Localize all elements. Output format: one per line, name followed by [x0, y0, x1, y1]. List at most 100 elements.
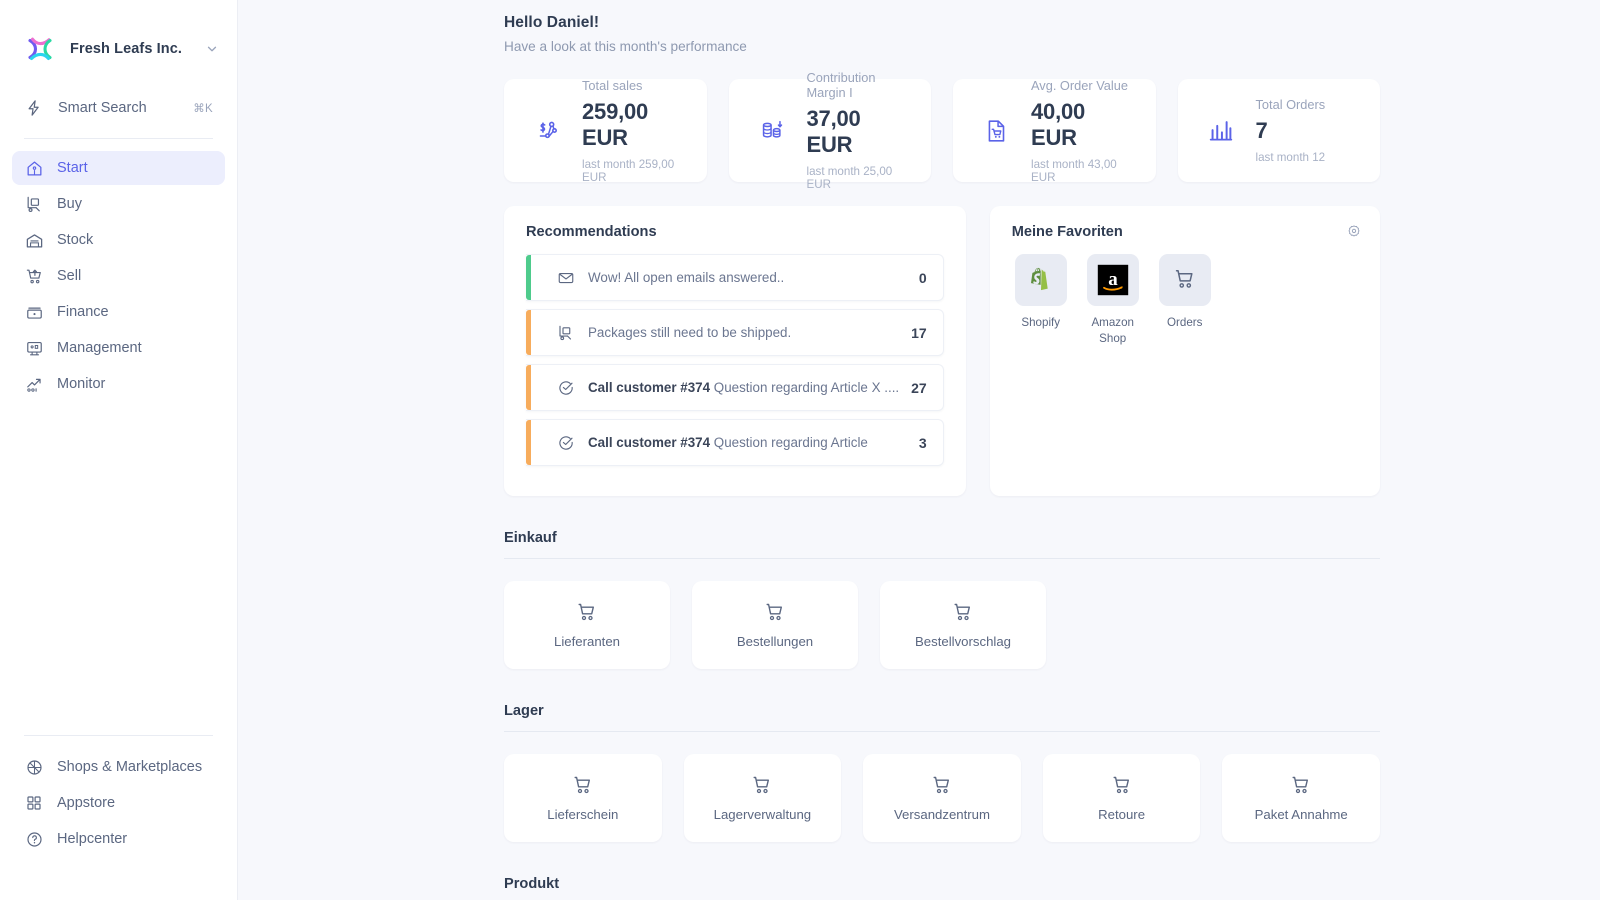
- kpi-value: 37,00 EUR: [807, 106, 906, 158]
- gear-icon[interactable]: [1346, 224, 1362, 240]
- document-cart-icon: [979, 114, 1013, 148]
- recommendation-count: 17: [911, 325, 927, 341]
- tile-retoure[interactable]: Retoure: [1043, 754, 1201, 842]
- monitor-icon: [24, 338, 44, 358]
- warehouse-icon: [24, 230, 44, 250]
- sidebar-bottom-list: Shops & Marketplaces Appstore Helpcenter: [0, 750, 237, 856]
- sidebar-item-start[interactable]: Start: [12, 151, 225, 185]
- favorite-item-orders[interactable]: Orders: [1156, 254, 1214, 346]
- kpi-card-total-sales: Total sales 259,00 EUR last month 259,00…: [504, 79, 707, 182]
- smart-search-label: Smart Search: [58, 100, 147, 116]
- tile-label: Bestellungen: [737, 634, 813, 649]
- status-accent-bar: [526, 365, 531, 410]
- section-title-produkt: Produkt: [504, 876, 1380, 892]
- tile-bestellungen[interactable]: Bestellungen: [692, 581, 858, 669]
- favorite-item-amazon-shop[interactable]: a Amazon Shop: [1084, 254, 1142, 346]
- amazon-logo-icon: a: [1087, 254, 1139, 306]
- kpi-cards: Total sales 259,00 EUR last month 259,00…: [504, 79, 1380, 182]
- cart-up-icon: [24, 266, 44, 286]
- sidebar-item-sell[interactable]: Sell: [12, 259, 225, 293]
- kpi-subtext: last month 12: [1256, 151, 1326, 164]
- sidebar-item-label: Management: [57, 340, 142, 356]
- sidebar-item-label: Shops & Marketplaces: [57, 759, 202, 775]
- sidebar-item-appstore[interactable]: Appstore: [12, 786, 225, 820]
- panel-title: Meine Favoriten: [1012, 224, 1358, 240]
- dolly-icon: [556, 323, 575, 342]
- sidebar-item-label: Helpcenter: [57, 831, 127, 847]
- grid-squares-icon: [24, 793, 44, 813]
- tile-lagerverwaltung[interactable]: Lagerverwaltung: [684, 754, 842, 842]
- main-content: Hello Daniel! Have a look at this month'…: [238, 0, 1600, 900]
- tile-lieferschein[interactable]: Lieferschein: [504, 754, 662, 842]
- favorite-item-shopify[interactable]: Shopify: [1012, 254, 1070, 346]
- status-accent-bar: [526, 255, 531, 300]
- smart-search-button[interactable]: Smart Search ⌘K: [24, 92, 213, 124]
- recommendation-text: Packages still need to be shipped.: [588, 325, 899, 340]
- tile-label: Lagerverwaltung: [714, 807, 812, 822]
- globe-icon: [24, 757, 44, 777]
- favorite-label: Amazon Shop: [1084, 315, 1142, 346]
- tile-lieferanten[interactable]: Lieferanten: [504, 581, 670, 669]
- check-circle-icon: [556, 378, 575, 397]
- page-title: Hello Daniel!: [504, 14, 1380, 32]
- sidebar-bottom-nav: Shops & Marketplaces Appstore Helpcenter: [0, 721, 237, 858]
- tile-label: Bestellvorschlag: [915, 634, 1011, 649]
- cart-icon: [1110, 774, 1134, 798]
- check-circle-icon: [556, 433, 575, 452]
- sidebar: Fresh Leafs Inc. Smart Search ⌘K Start: [0, 0, 238, 900]
- recommendation-count: 3: [919, 435, 927, 451]
- tile-label: Retoure: [1098, 807, 1145, 822]
- kpi-label: Avg. Order Value: [1031, 78, 1130, 93]
- sidebar-nav: Start Buy Stock Sell: [0, 151, 237, 403]
- sidebar-item-label: Monitor: [57, 376, 105, 392]
- sidebar-item-helpcenter[interactable]: Helpcenter: [12, 822, 225, 856]
- sidebar-item-shops-marketplaces[interactable]: Shops & Marketplaces: [12, 750, 225, 784]
- recommendation-text-rest: Question regarding Article: [710, 435, 868, 450]
- section-rule: [504, 558, 1380, 559]
- recommendation-row[interactable]: Call customer #374 Question regarding Ar…: [526, 364, 944, 411]
- sidebar-item-buy[interactable]: Buy: [12, 187, 225, 221]
- sidebar-item-finance[interactable]: Finance: [12, 295, 225, 329]
- brand-name: Fresh Leafs Inc.: [70, 41, 182, 57]
- cart-icon: [1289, 774, 1313, 798]
- tile-versandzentrum[interactable]: Versandzentrum: [863, 754, 1021, 842]
- cash-drawer-icon: [24, 302, 44, 322]
- content-inner: Hello Daniel! Have a look at this month'…: [238, 14, 1600, 892]
- section-tiles-einkauf: Lieferanten Bestellungen Bestellvorschla…: [504, 581, 1380, 669]
- sidebar-item-stock[interactable]: Stock: [12, 223, 225, 257]
- home-icon: [24, 158, 44, 178]
- recommendation-text-rest: Question regarding Article X ....: [710, 380, 899, 395]
- cart-icon: [951, 601, 975, 625]
- cart-icon: [930, 774, 954, 798]
- app-root: Fresh Leafs Inc. Smart Search ⌘K Start: [0, 0, 1600, 900]
- chevron-down-icon[interactable]: [205, 42, 219, 56]
- kpi-label: Total Orders: [1256, 97, 1326, 112]
- svg-text:a: a: [1108, 269, 1118, 290]
- question-circle-icon: [24, 829, 44, 849]
- recommendation-text-bold: Call customer #374: [588, 380, 710, 395]
- kpi-value: 259,00 EUR: [582, 99, 681, 151]
- kpi-subtext: last month 25,00 EUR: [807, 165, 906, 191]
- sidebar-item-management[interactable]: Management: [12, 331, 225, 365]
- kpi-value: 40,00 EUR: [1031, 99, 1130, 151]
- kpi-card-avg-order-value: Avg. Order Value 40,00 EUR last month 43…: [953, 79, 1156, 182]
- brand-switcher[interactable]: Fresh Leafs Inc.: [0, 0, 237, 72]
- recommendation-row[interactable]: Packages still need to be shipped. 17: [526, 309, 944, 356]
- recommendation-row[interactable]: Wow! All open emails answered.. 0: [526, 254, 944, 301]
- bar-chart-icon: [1204, 114, 1238, 148]
- tile-bestellvorschlag[interactable]: Bestellvorschlag: [880, 581, 1046, 669]
- cart-icon: [1159, 254, 1211, 306]
- sidebar-item-monitor[interactable]: Monitor: [12, 367, 225, 401]
- panel-title: Recommendations: [526, 224, 944, 240]
- tile-label: Versandzentrum: [894, 807, 990, 822]
- recommendation-count: 27: [911, 380, 927, 396]
- section-title-lager: Lager: [504, 703, 1380, 719]
- recommendation-row[interactable]: Call customer #374 Question regarding Ar…: [526, 419, 944, 466]
- smart-search-shortcut: ⌘K: [193, 101, 213, 115]
- sidebar-item-label: Finance: [57, 304, 109, 320]
- tile-paket-annahme[interactable]: Paket Annahme: [1222, 754, 1380, 842]
- sidebar-item-label: Sell: [57, 268, 81, 284]
- sidebar-divider-top: [24, 138, 213, 139]
- tile-label: Paket Annahme: [1255, 807, 1348, 822]
- section-rule: [504, 731, 1380, 732]
